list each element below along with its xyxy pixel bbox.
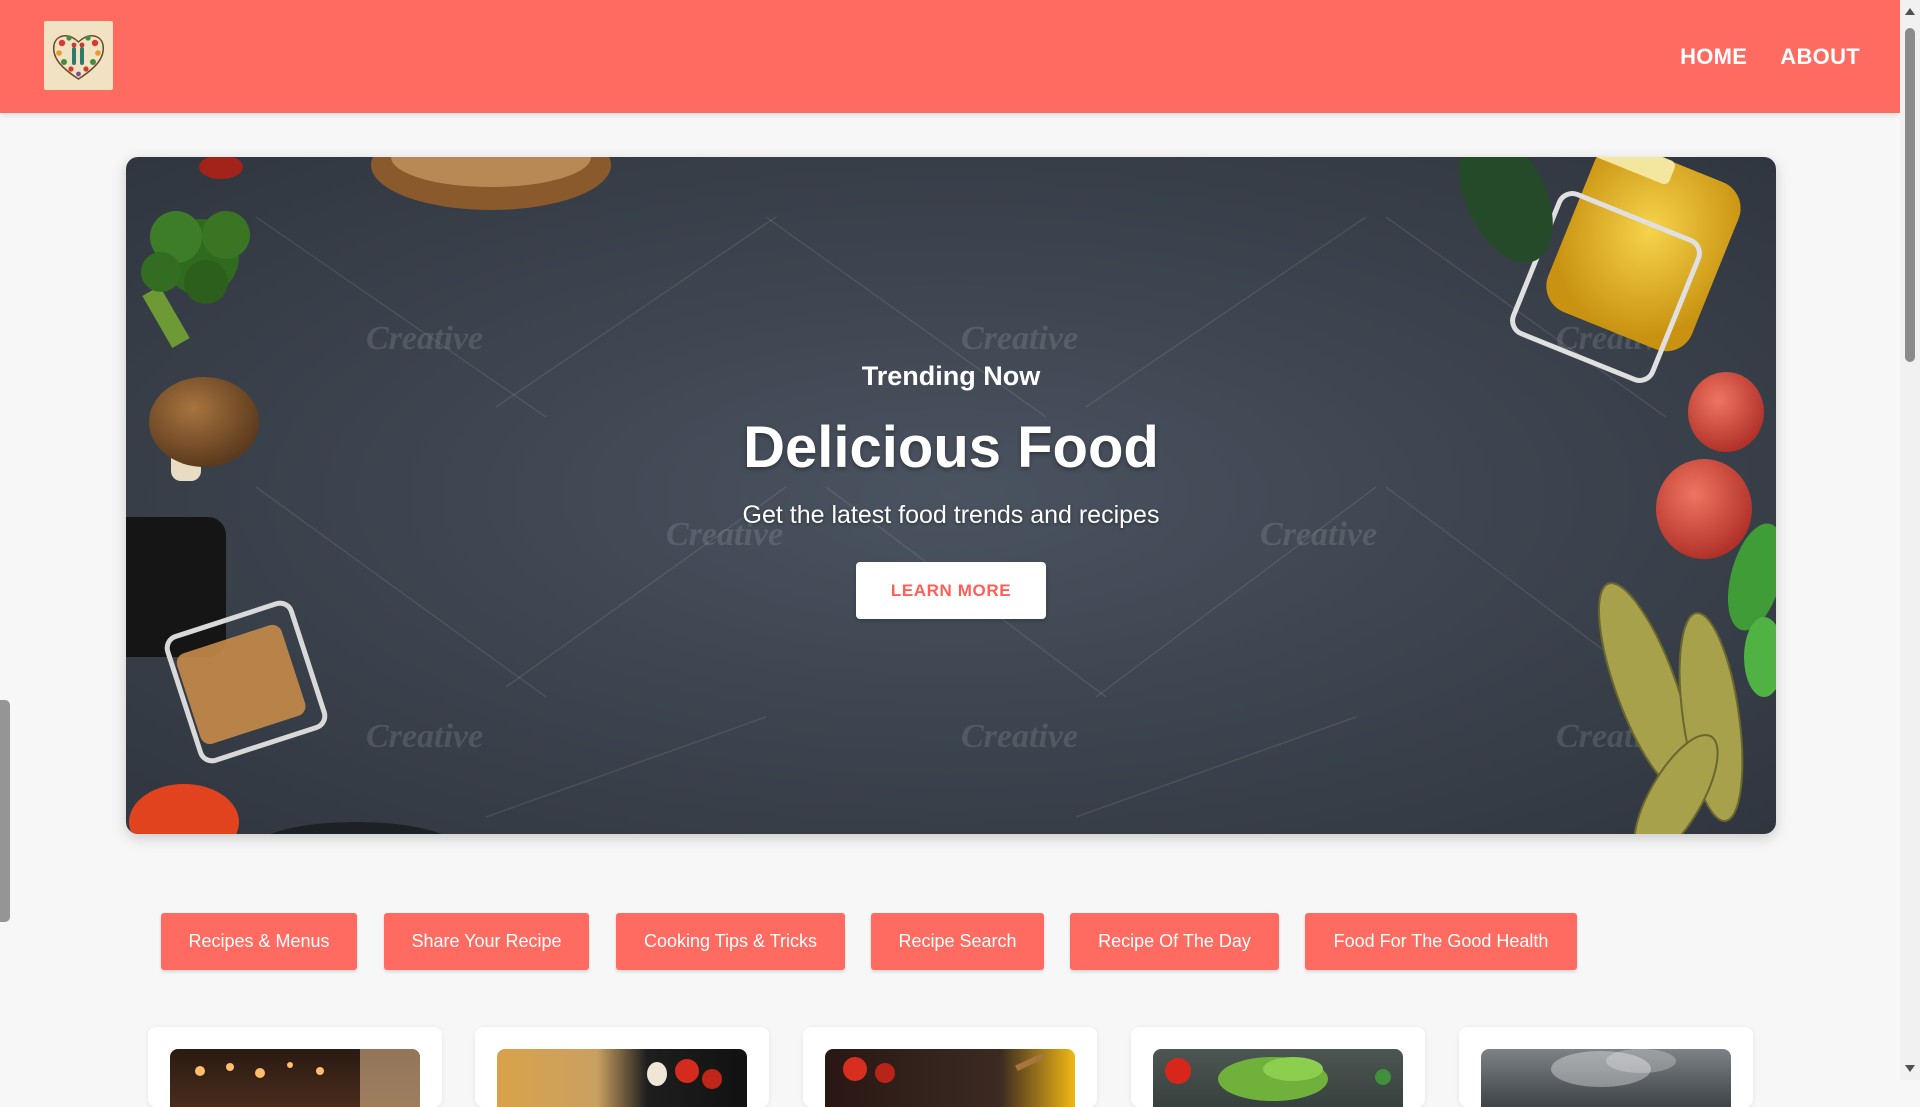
scrollbar-thumb[interactable] <box>1905 28 1915 362</box>
hero-banner: Creative Creative Creative Creative Creativ… <box>126 157 1776 834</box>
recipe-card[interactable] <box>148 1027 442 1107</box>
heart-vegetable-logo-icon[interactable] <box>44 21 113 90</box>
category-cooking-tips-button[interactable]: Cooking Tips & Tricks <box>616 913 845 970</box>
site-header: HOME ABOUT <box>0 0 1900 113</box>
nav-about-link[interactable]: ABOUT <box>1780 44 1860 70</box>
restaurant-lights-image <box>170 1049 420 1107</box>
recipe-card[interactable] <box>1131 1027 1425 1107</box>
category-good-health-button[interactable]: Food For The Good Health <box>1305 913 1577 970</box>
scroll-up-arrow-icon[interactable] <box>1905 8 1915 15</box>
hero-title: Delicious Food <box>743 415 1159 480</box>
tomato-cooking-image <box>825 1049 1075 1107</box>
recipe-card[interactable] <box>803 1027 1097 1107</box>
learn-more-button[interactable]: LEARN MORE <box>856 562 1046 619</box>
steam-dish-image <box>1481 1049 1731 1107</box>
salad-image <box>1153 1049 1403 1107</box>
category-recipes-menus-button[interactable]: Recipes & Menus <box>161 913 357 970</box>
recipe-card[interactable] <box>475 1027 769 1107</box>
recipe-card[interactable] <box>1459 1027 1753 1107</box>
category-recipe-of-day-button[interactable]: Recipe Of The Day <box>1070 913 1279 970</box>
hero-subtitle: Get the latest food trends and recipes <box>742 501 1160 529</box>
side-drawer-handle[interactable] <box>0 700 10 922</box>
hero-eyebrow: Trending Now <box>861 361 1041 391</box>
scroll-down-arrow-icon[interactable] <box>1905 1065 1915 1072</box>
nav-home-link[interactable]: HOME <box>1680 44 1747 70</box>
category-share-recipe-button[interactable]: Share Your Recipe <box>384 913 589 970</box>
hero-content: Trending Now Delicious Food Get the late… <box>126 157 1776 834</box>
category-recipe-search-button[interactable]: Recipe Search <box>871 913 1044 970</box>
vertical-scrollbar[interactable] <box>1900 0 1920 1080</box>
bread-tomato-image <box>497 1049 747 1107</box>
main-nav: HOME ABOUT <box>1680 0 1860 113</box>
